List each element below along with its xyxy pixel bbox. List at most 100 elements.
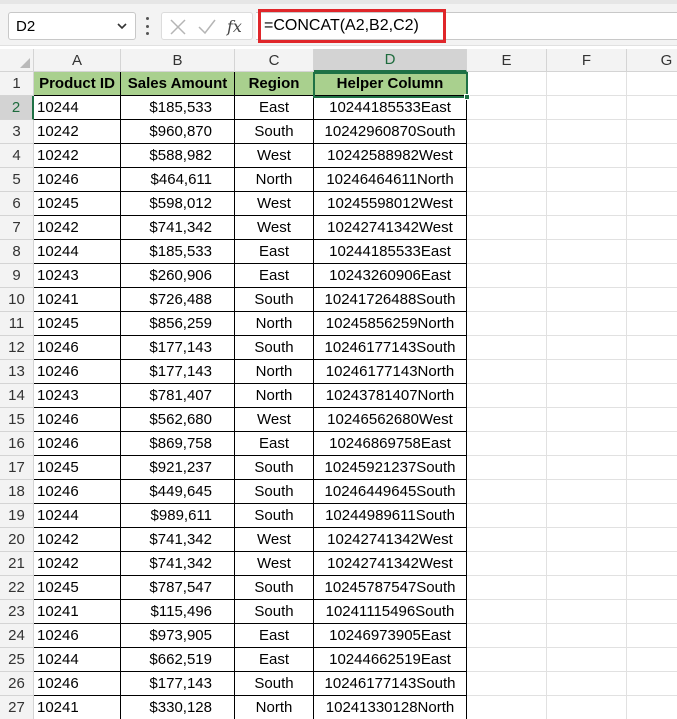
cell-f22[interactable] (547, 576, 627, 600)
cell-b10[interactable]: $726,488 (121, 288, 235, 312)
row-header-8[interactable]: 8 (0, 240, 34, 264)
cell-d12[interactable]: 10246177143South (314, 336, 467, 360)
cell-f13[interactable] (547, 360, 627, 384)
cell-d22[interactable]: 10245787547South (314, 576, 467, 600)
cell-c4[interactable]: West (235, 144, 314, 168)
row-header-10[interactable]: 10 (0, 288, 34, 312)
cell-d7[interactable]: 10242741342West (314, 216, 467, 240)
fx-icon[interactable]: fx (226, 16, 248, 38)
cell-e2[interactable] (467, 96, 547, 120)
cell-b17[interactable]: $921,237 (121, 456, 235, 480)
cell-f6[interactable] (547, 192, 627, 216)
cell-a20[interactable]: 10242 (34, 528, 121, 552)
cell-c19[interactable]: South (235, 504, 314, 528)
cell-g23[interactable] (627, 600, 677, 624)
cell-g17[interactable] (627, 456, 677, 480)
cell-d15[interactable]: 10246562680West (314, 408, 467, 432)
cell-f16[interactable] (547, 432, 627, 456)
cell-e23[interactable] (467, 600, 547, 624)
cell-a18[interactable]: 10246 (34, 480, 121, 504)
cell-e1[interactable] (467, 72, 547, 96)
cell-c15[interactable]: West (235, 408, 314, 432)
cell-b22[interactable]: $787,547 (121, 576, 235, 600)
cell-b21[interactable]: $741,342 (121, 552, 235, 576)
cell-f4[interactable] (547, 144, 627, 168)
cell-e9[interactable] (467, 264, 547, 288)
cell-d16[interactable]: 10246869758East (314, 432, 467, 456)
cell-a11[interactable]: 10245 (34, 312, 121, 336)
column-header-b[interactable]: B (121, 49, 235, 72)
cell-d27[interactable]: 10241330128North (314, 696, 467, 719)
cell-b18[interactable]: $449,645 (121, 480, 235, 504)
cell-d21[interactable]: 10242741342West (314, 552, 467, 576)
cell-c9[interactable]: East (235, 264, 314, 288)
column-header-g[interactable]: G (627, 49, 677, 72)
cell-f8[interactable] (547, 240, 627, 264)
cell-c3[interactable]: South (235, 120, 314, 144)
cell-d6[interactable]: 10245598012West (314, 192, 467, 216)
cell-f24[interactable] (547, 624, 627, 648)
cell-g22[interactable] (627, 576, 677, 600)
cell-b14[interactable]: $781,407 (121, 384, 235, 408)
cell-d9[interactable]: 10243260906East (314, 264, 467, 288)
cell-a26[interactable]: 10246 (34, 672, 121, 696)
cell-g7[interactable] (627, 216, 677, 240)
cell-f20[interactable] (547, 528, 627, 552)
cell-d8[interactable]: 10244185533East (314, 240, 467, 264)
cell-e5[interactable] (467, 168, 547, 192)
cell-g11[interactable] (627, 312, 677, 336)
cell-b4[interactable]: $588,982 (121, 144, 235, 168)
cell-g26[interactable] (627, 672, 677, 696)
cell-a2[interactable]: 10244 (34, 96, 121, 120)
cell-a24[interactable]: 10246 (34, 624, 121, 648)
row-header-15[interactable]: 15 (0, 408, 34, 432)
cell-a15[interactable]: 10246 (34, 408, 121, 432)
cell-e3[interactable] (467, 120, 547, 144)
cell-f18[interactable] (547, 480, 627, 504)
cell-e24[interactable] (467, 624, 547, 648)
cell-a23[interactable]: 10241 (34, 600, 121, 624)
cell-g13[interactable] (627, 360, 677, 384)
cell-e22[interactable] (467, 576, 547, 600)
cell-e27[interactable] (467, 696, 547, 719)
cell-c2[interactable]: East (235, 96, 314, 120)
cell-c8[interactable]: East (235, 240, 314, 264)
cell-f12[interactable] (547, 336, 627, 360)
column-header-a[interactable]: A (34, 49, 121, 72)
cell-c14[interactable]: North (235, 384, 314, 408)
cell-c5[interactable]: North (235, 168, 314, 192)
header-region[interactable]: Region (235, 72, 314, 96)
row-header-24[interactable]: 24 (0, 624, 34, 648)
cell-d17[interactable]: 10245921237South (314, 456, 467, 480)
cell-g8[interactable] (627, 240, 677, 264)
cell-b27[interactable]: $330,128 (121, 696, 235, 719)
cell-e11[interactable] (467, 312, 547, 336)
cell-f19[interactable] (547, 504, 627, 528)
row-header-1[interactable]: 1 (0, 72, 34, 96)
cell-a6[interactable]: 10245 (34, 192, 121, 216)
row-header-22[interactable]: 22 (0, 576, 34, 600)
row-header-21[interactable]: 21 (0, 552, 34, 576)
row-header-13[interactable]: 13 (0, 360, 34, 384)
cell-a27[interactable]: 10241 (34, 696, 121, 719)
chevron-down-icon[interactable] (115, 19, 129, 33)
row-header-26[interactable]: 26 (0, 672, 34, 696)
cell-f11[interactable] (547, 312, 627, 336)
cell-e18[interactable] (467, 480, 547, 504)
cell-b8[interactable]: $185,533 (121, 240, 235, 264)
row-header-20[interactable]: 20 (0, 528, 34, 552)
cell-d25[interactable]: 10244662519East (314, 648, 467, 672)
cell-c10[interactable]: South (235, 288, 314, 312)
cell-b25[interactable]: $662,519 (121, 648, 235, 672)
row-header-4[interactable]: 4 (0, 144, 34, 168)
more-vertical-icon[interactable] (144, 17, 150, 35)
cell-g19[interactable] (627, 504, 677, 528)
cell-f21[interactable] (547, 552, 627, 576)
cell-e4[interactable] (467, 144, 547, 168)
cell-e14[interactable] (467, 384, 547, 408)
cell-d23[interactable]: 10241115496South (314, 600, 467, 624)
cell-e7[interactable] (467, 216, 547, 240)
cell-f25[interactable] (547, 648, 627, 672)
cell-b15[interactable]: $562,680 (121, 408, 235, 432)
cell-g18[interactable] (627, 480, 677, 504)
